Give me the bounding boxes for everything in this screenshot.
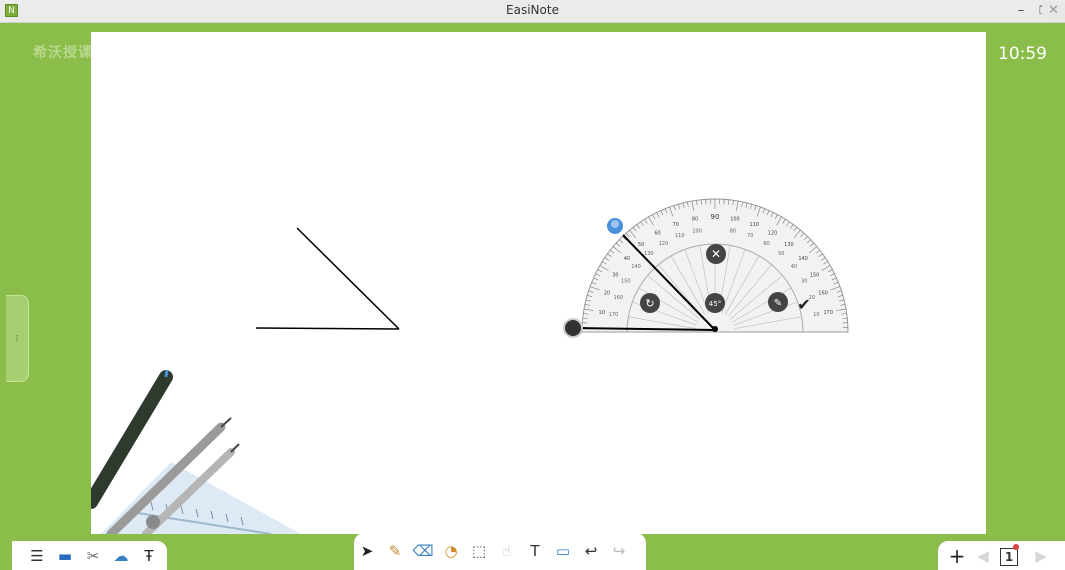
protractor-inner-label: 50	[778, 251, 784, 257]
whiteboard-canvas[interactable]: 10 20 30 40 50 60 70 80 100 110 120 130 140 150 160 170…	[91, 32, 986, 534]
page-number[interactable]: 1	[1000, 548, 1018, 566]
protractor-outer-label: 150	[810, 273, 820, 279]
drawn-angle	[255, 227, 400, 330]
protractor-inner-label: 140	[631, 264, 641, 270]
protractor-inner-label: 40	[791, 264, 797, 270]
protractor-inner-label: 130	[644, 251, 654, 257]
protractor-outer-label: 80	[692, 217, 698, 223]
protractor-outer-label: 130	[784, 242, 794, 248]
brand-logo: 希沃授课	[33, 45, 93, 61]
grip-icon: ⁝	[15, 332, 19, 345]
svg-text:✎: ✎	[774, 298, 782, 309]
protractor-outer-label: 50	[638, 242, 644, 248]
protractor-edit-icon[interactable]: ✎	[768, 292, 788, 312]
shape-icon[interactable]: ◔	[440, 540, 462, 562]
protractor-end-handle-dark[interactable]	[563, 318, 583, 338]
next-page-button[interactable]: ▶	[1030, 545, 1052, 567]
protractor-inner-label: 80	[730, 229, 736, 235]
protractor-inner-label: 150	[621, 279, 631, 285]
protractor-outer-label: 40	[624, 256, 630, 262]
protractor-outer-label: 110	[750, 222, 760, 228]
protractor-outer-label: 120	[768, 230, 778, 236]
menu-icon[interactable]: ☰	[26, 545, 48, 567]
protractor-outer-label: 20	[604, 291, 610, 297]
page-notification-dot	[1013, 544, 1019, 550]
undo-icon[interactable]: ↩	[580, 540, 602, 562]
cloud-icon[interactable]: ☁	[110, 545, 132, 567]
title-bar: N EasiNote – ❐ ✕	[0, 0, 1065, 23]
protractor-end-handle-blue[interactable]	[605, 216, 625, 236]
app-icon: N	[5, 4, 18, 17]
protractor-outer-label: 70	[672, 222, 678, 228]
protractor-outer-label: 160	[818, 291, 828, 297]
angle-badge-text: 45°	[709, 300, 721, 308]
protractor-outer-label: 60	[654, 230, 660, 236]
protractor-inner-label: 70	[747, 233, 753, 239]
tools-icon[interactable]: ✂	[82, 545, 104, 567]
protractor-outer-label: 10	[599, 310, 605, 316]
protractor-inner-label: 120	[659, 241, 669, 247]
add-page-button[interactable]: +	[946, 545, 968, 567]
protractor-inner-label: 60	[763, 241, 769, 247]
protractor-inner-label: 170	[609, 312, 619, 318]
protractor-confirm-icon[interactable]: ✔	[797, 295, 810, 314]
protractor-rotate-icon[interactable]: ↻	[640, 293, 660, 313]
protractor-outer-label: 170	[823, 310, 833, 316]
protractor-close-icon[interactable]: ✕	[706, 244, 726, 264]
clock: 10:59	[998, 44, 1047, 64]
svg-text:✔: ✔	[797, 295, 810, 314]
canvas-drawing: 10 20 30 40 50 60 70 80 100 110 120 130 140 150 160 170…	[91, 198, 849, 534]
protractor-outer-label: 140	[798, 256, 808, 262]
protractor-inner-label: 100	[692, 229, 702, 235]
protractor-top-label: 90	[711, 213, 720, 221]
protractor-inner-label: 10	[813, 312, 819, 318]
note-icon[interactable]: ▭	[552, 540, 574, 562]
minimize-button[interactable]: –	[1010, 2, 1032, 20]
eraser-icon[interactable]: ⌫	[412, 540, 434, 562]
side-panel-handle[interactable]: ⁝	[6, 295, 29, 382]
protractor-inner-label: 160	[613, 295, 623, 301]
protractor[interactable]: 10 20 30 40 50 60 70 80 100 110 120 130 140 150 160 170…	[563, 198, 849, 338]
text-tool-icon[interactable]: Ŧ	[138, 545, 160, 567]
protractor-inner-label: 110	[675, 233, 685, 239]
hand-icon[interactable]: ☝	[496, 540, 518, 562]
pen-icon[interactable]: ✎	[384, 540, 406, 562]
screen-icon[interactable]: ▬	[54, 545, 76, 567]
svg-text:↻: ↻	[645, 297, 654, 310]
protractor-vertex-handle[interactable]	[712, 326, 718, 332]
svg-text:✕: ✕	[711, 247, 721, 261]
close-button[interactable]: ✕	[1042, 2, 1065, 20]
protractor-inner-label: 30	[801, 279, 807, 285]
window-title: EasiNote	[506, 3, 559, 17]
protractor-outer-label: 100	[730, 217, 740, 223]
protractor-outer-label: 30	[612, 273, 618, 279]
cube-icon[interactable]: ⬚	[468, 540, 490, 562]
decorative-drafting-tools	[91, 369, 301, 534]
prev-page-button[interactable]: ◀	[972, 545, 994, 567]
text-icon[interactable]: T	[524, 540, 546, 562]
protractor-angle-badge: 45°	[705, 293, 725, 313]
select-icon[interactable]: ➤	[356, 540, 378, 562]
redo-icon[interactable]: ↪	[608, 540, 630, 562]
